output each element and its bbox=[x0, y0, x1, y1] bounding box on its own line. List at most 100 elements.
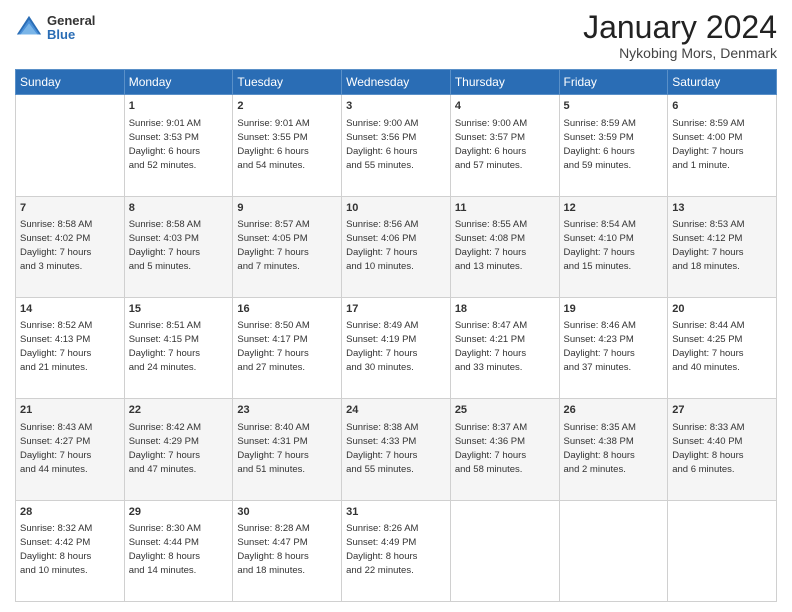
day-info: Sunrise: 8:32 AM Sunset: 4:42 PM Dayligh… bbox=[20, 523, 92, 576]
calendar-cell: 12 Sunrise: 8:54 AM Sunset: 4:10 PM Dayli… bbox=[559, 196, 668, 297]
calendar-cell: 9Sunrise: 8:57 AM Sunset: 4:05 PM Daylig… bbox=[233, 196, 342, 297]
calendar-cell: 5 Sunrise: 8:59 AM Sunset: 3:59 PM Daylig… bbox=[559, 95, 668, 196]
calendar-cell: 7 Sunrise: 8:58 AM Sunset: 4:02 PM Daylig… bbox=[16, 196, 125, 297]
calendar-cell: 11 Sunrise: 8:55 AM Sunset: 4:08 PM Dayli… bbox=[450, 196, 559, 297]
day-number: 18 bbox=[455, 302, 555, 317]
day-info: Sunrise: 8:37 AM Sunset: 4:36 PM Dayligh… bbox=[455, 422, 527, 475]
day-info: Sunrise: 8:58 AM Sunset: 4:02 PM Dayligh… bbox=[20, 219, 92, 272]
day-number: 8 bbox=[129, 201, 229, 216]
day-header-saturday: Saturday bbox=[668, 70, 777, 95]
calendar-cell: 13Sunrise: 8:53 AM Sunset: 4:12 PM Dayli… bbox=[668, 196, 777, 297]
day-info: Sunrise: 8:47 AM Sunset: 4:21 PM Dayligh… bbox=[455, 320, 527, 373]
day-number: 3 bbox=[346, 99, 446, 114]
day-info: Sunrise: 8:55 AM Sunset: 4:08 PM Dayligh… bbox=[455, 219, 527, 272]
calendar-cell: 20Sunrise: 8:44 AM Sunset: 4:25 PM Dayli… bbox=[668, 297, 777, 398]
day-number: 22 bbox=[129, 403, 229, 418]
day-number: 16 bbox=[237, 302, 337, 317]
location: Nykobing Mors, Denmark bbox=[583, 45, 777, 61]
day-info: Sunrise: 8:44 AM Sunset: 4:25 PM Dayligh… bbox=[672, 320, 744, 373]
day-info: Sunrise: 8:57 AM Sunset: 4:05 PM Dayligh… bbox=[237, 219, 309, 272]
calendar-cell: 1 Sunrise: 9:01 AM Sunset: 3:53 PM Daylig… bbox=[124, 95, 233, 196]
day-info: Sunrise: 8:26 AM Sunset: 4:49 PM Dayligh… bbox=[346, 523, 418, 576]
calendar-cell: 16 Sunrise: 8:50 AM Sunset: 4:17 PM Dayli… bbox=[233, 297, 342, 398]
day-number: 11 bbox=[455, 201, 555, 216]
day-info: Sunrise: 8:43 AM Sunset: 4:27 PM Dayligh… bbox=[20, 422, 92, 475]
day-number: 29 bbox=[129, 505, 229, 520]
week-row-4: 21 Sunrise: 8:43 AM Sunset: 4:27 PM Dayli… bbox=[16, 399, 777, 500]
day-number: 31 bbox=[346, 505, 446, 520]
logo-icon bbox=[15, 14, 43, 42]
day-number: 28 bbox=[20, 505, 120, 520]
day-header-thursday: Thursday bbox=[450, 70, 559, 95]
calendar-cell: 31 Sunrise: 8:26 AM Sunset: 4:49 PM Dayli… bbox=[342, 500, 451, 601]
day-number: 23 bbox=[237, 403, 337, 418]
day-number: 30 bbox=[237, 505, 337, 520]
calendar-cell: 18 Sunrise: 8:47 AM Sunset: 4:21 PM Dayli… bbox=[450, 297, 559, 398]
logo-general: General bbox=[47, 14, 95, 28]
calendar-cell: 6Sunrise: 8:59 AM Sunset: 4:00 PM Daylig… bbox=[668, 95, 777, 196]
calendar-cell: 4Sunrise: 9:00 AM Sunset: 3:57 PM Daylig… bbox=[450, 95, 559, 196]
calendar-cell: 14 Sunrise: 8:52 AM Sunset: 4:13 PM Dayli… bbox=[16, 297, 125, 398]
calendar-cell bbox=[450, 500, 559, 601]
day-info: Sunrise: 8:50 AM Sunset: 4:17 PM Dayligh… bbox=[237, 320, 309, 373]
calendar-cell bbox=[559, 500, 668, 601]
day-info: Sunrise: 8:49 AM Sunset: 4:19 PM Dayligh… bbox=[346, 320, 418, 373]
calendar-table: SundayMondayTuesdayWednesdayThursdayFrid… bbox=[15, 69, 777, 602]
header: General Blue January 2024 Nykobing Mors,… bbox=[15, 10, 777, 61]
day-number: 1 bbox=[129, 99, 229, 114]
day-number: 24 bbox=[346, 403, 446, 418]
calendar-cell: 28 Sunrise: 8:32 AM Sunset: 4:42 PM Dayli… bbox=[16, 500, 125, 601]
day-number: 2 bbox=[237, 99, 337, 114]
calendar-cell: 2 Sunrise: 9:01 AM Sunset: 3:55 PM Daylig… bbox=[233, 95, 342, 196]
day-number: 21 bbox=[20, 403, 120, 418]
day-number: 6 bbox=[672, 99, 772, 114]
day-header-monday: Monday bbox=[124, 70, 233, 95]
logo-text: General Blue bbox=[47, 14, 95, 43]
day-info: Sunrise: 9:00 AM Sunset: 3:56 PM Dayligh… bbox=[346, 118, 418, 171]
logo-blue: Blue bbox=[47, 28, 95, 42]
day-info: Sunrise: 8:51 AM Sunset: 4:15 PM Dayligh… bbox=[129, 320, 201, 373]
day-info: Sunrise: 9:01 AM Sunset: 3:55 PM Dayligh… bbox=[237, 118, 309, 171]
calendar-cell: 23 Sunrise: 8:40 AM Sunset: 4:31 PM Dayli… bbox=[233, 399, 342, 500]
day-header-friday: Friday bbox=[559, 70, 668, 95]
calendar-cell: 26Sunrise: 8:35 AM Sunset: 4:38 PM Dayli… bbox=[559, 399, 668, 500]
day-info: Sunrise: 8:40 AM Sunset: 4:31 PM Dayligh… bbox=[237, 422, 309, 475]
calendar-cell: 21 Sunrise: 8:43 AM Sunset: 4:27 PM Dayli… bbox=[16, 399, 125, 500]
day-info: Sunrise: 8:58 AM Sunset: 4:03 PM Dayligh… bbox=[129, 219, 201, 272]
calendar-cell: 19Sunrise: 8:46 AM Sunset: 4:23 PM Dayli… bbox=[559, 297, 668, 398]
day-number: 5 bbox=[564, 99, 664, 114]
day-number: 7 bbox=[20, 201, 120, 216]
day-number: 19 bbox=[564, 302, 664, 317]
week-row-5: 28 Sunrise: 8:32 AM Sunset: 4:42 PM Dayli… bbox=[16, 500, 777, 601]
day-header-sunday: Sunday bbox=[16, 70, 125, 95]
day-info: Sunrise: 8:52 AM Sunset: 4:13 PM Dayligh… bbox=[20, 320, 92, 373]
day-info: Sunrise: 8:54 AM Sunset: 4:10 PM Dayligh… bbox=[564, 219, 636, 272]
day-info: Sunrise: 9:01 AM Sunset: 3:53 PM Dayligh… bbox=[129, 118, 201, 171]
day-info: Sunrise: 8:59 AM Sunset: 3:59 PM Dayligh… bbox=[564, 118, 636, 171]
calendar-cell: 29Sunrise: 8:30 AM Sunset: 4:44 PM Dayli… bbox=[124, 500, 233, 601]
day-number: 10 bbox=[346, 201, 446, 216]
calendar-cell: 25 Sunrise: 8:37 AM Sunset: 4:36 PM Dayli… bbox=[450, 399, 559, 500]
day-header-tuesday: Tuesday bbox=[233, 70, 342, 95]
week-row-2: 7 Sunrise: 8:58 AM Sunset: 4:02 PM Daylig… bbox=[16, 196, 777, 297]
title-block: January 2024 Nykobing Mors, Denmark bbox=[583, 10, 777, 61]
day-info: Sunrise: 8:53 AM Sunset: 4:12 PM Dayligh… bbox=[672, 219, 744, 272]
week-row-1: 1 Sunrise: 9:01 AM Sunset: 3:53 PM Daylig… bbox=[16, 95, 777, 196]
day-info: Sunrise: 8:42 AM Sunset: 4:29 PM Dayligh… bbox=[129, 422, 201, 475]
week-row-3: 14 Sunrise: 8:52 AM Sunset: 4:13 PM Dayli… bbox=[16, 297, 777, 398]
day-header-wednesday: Wednesday bbox=[342, 70, 451, 95]
day-info: Sunrise: 8:33 AM Sunset: 4:40 PM Dayligh… bbox=[672, 422, 744, 475]
day-number: 15 bbox=[129, 302, 229, 317]
calendar-cell: 10 Sunrise: 8:56 AM Sunset: 4:06 PM Dayli… bbox=[342, 196, 451, 297]
day-number: 17 bbox=[346, 302, 446, 317]
day-number: 27 bbox=[672, 403, 772, 418]
calendar-cell bbox=[668, 500, 777, 601]
day-number: 25 bbox=[455, 403, 555, 418]
day-number: 12 bbox=[564, 201, 664, 216]
calendar-cell: 22 Sunrise: 8:42 AM Sunset: 4:29 PM Dayli… bbox=[124, 399, 233, 500]
calendar-cell: 27 Sunrise: 8:33 AM Sunset: 4:40 PM Dayli… bbox=[668, 399, 777, 500]
day-number: 4 bbox=[455, 99, 555, 114]
day-info: Sunrise: 8:38 AM Sunset: 4:33 PM Dayligh… bbox=[346, 422, 418, 475]
day-number: 14 bbox=[20, 302, 120, 317]
day-info: Sunrise: 8:56 AM Sunset: 4:06 PM Dayligh… bbox=[346, 219, 418, 272]
